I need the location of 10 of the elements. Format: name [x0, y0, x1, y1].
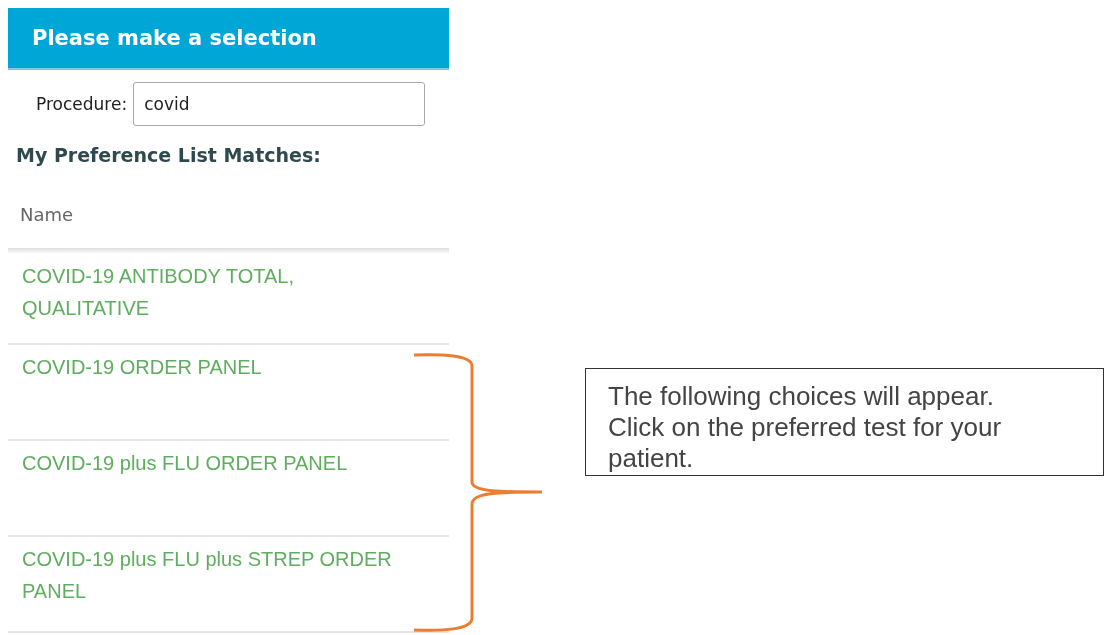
section-heading: My Preference List Matches: [16, 144, 322, 166]
procedure-link[interactable]: COVID-19 plus FLU ORDER PANEL [22, 447, 409, 479]
procedure-label: Procedure: [36, 94, 128, 114]
dialog-title: Please make a selection [8, 8, 449, 70]
procedure-link[interactable]: COVID-19 ANTIBODY TOTAL, QUALITATIVE [22, 260, 409, 324]
procedure-link[interactable]: COVID-19 plus FLU plus STREP ORDER PANEL [22, 543, 409, 607]
procedure-field[interactable]: covid [133, 82, 426, 126]
column-header: Name [20, 204, 75, 227]
callout-text: The following choices will appear. Click on the preferred test for your patient. [585, 368, 1104, 476]
procedure-link[interactable]: COVID-19 ORDER PANEL [22, 351, 409, 383]
